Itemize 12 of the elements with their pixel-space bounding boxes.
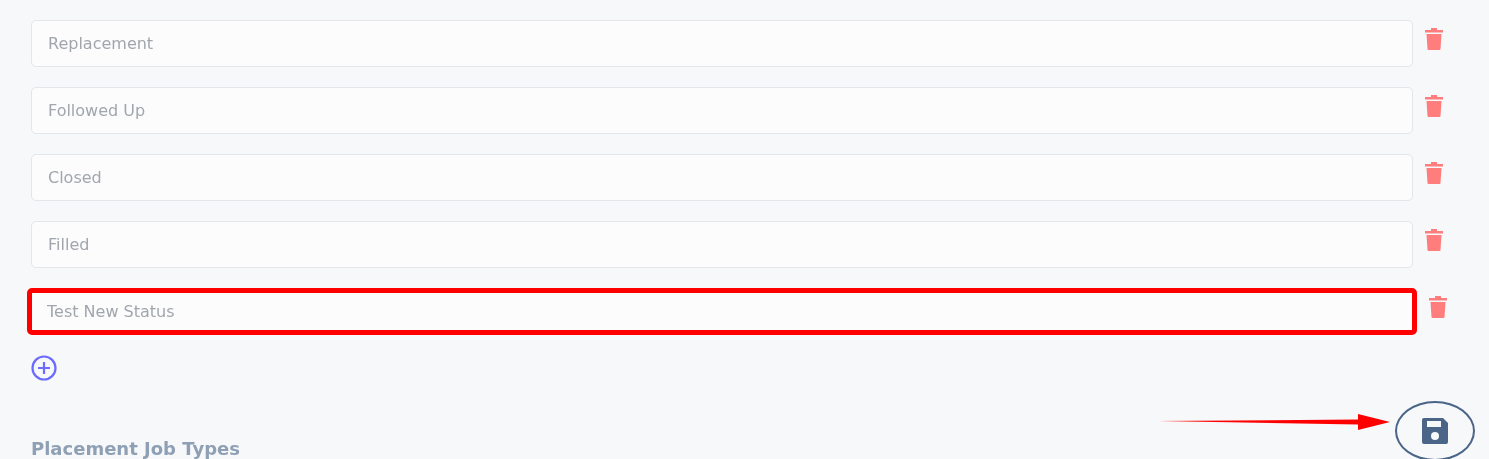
status-field[interactable]: Followed Up (31, 87, 1413, 134)
status-field[interactable]: Closed (31, 154, 1413, 201)
status-field[interactable]: Filled (31, 221, 1413, 268)
trash-icon[interactable] (1429, 295, 1447, 318)
trash-icon[interactable] (1425, 27, 1443, 50)
trash-icon[interactable] (1425, 94, 1443, 117)
status-field[interactable]: Replacement (31, 20, 1413, 67)
trash-icon[interactable] (1425, 161, 1443, 184)
add-icon[interactable] (31, 355, 57, 381)
section-heading: Placement Job Types (31, 438, 240, 459)
status-field[interactable]: Test New Status (27, 288, 1417, 335)
trash-icon[interactable] (1425, 228, 1443, 251)
